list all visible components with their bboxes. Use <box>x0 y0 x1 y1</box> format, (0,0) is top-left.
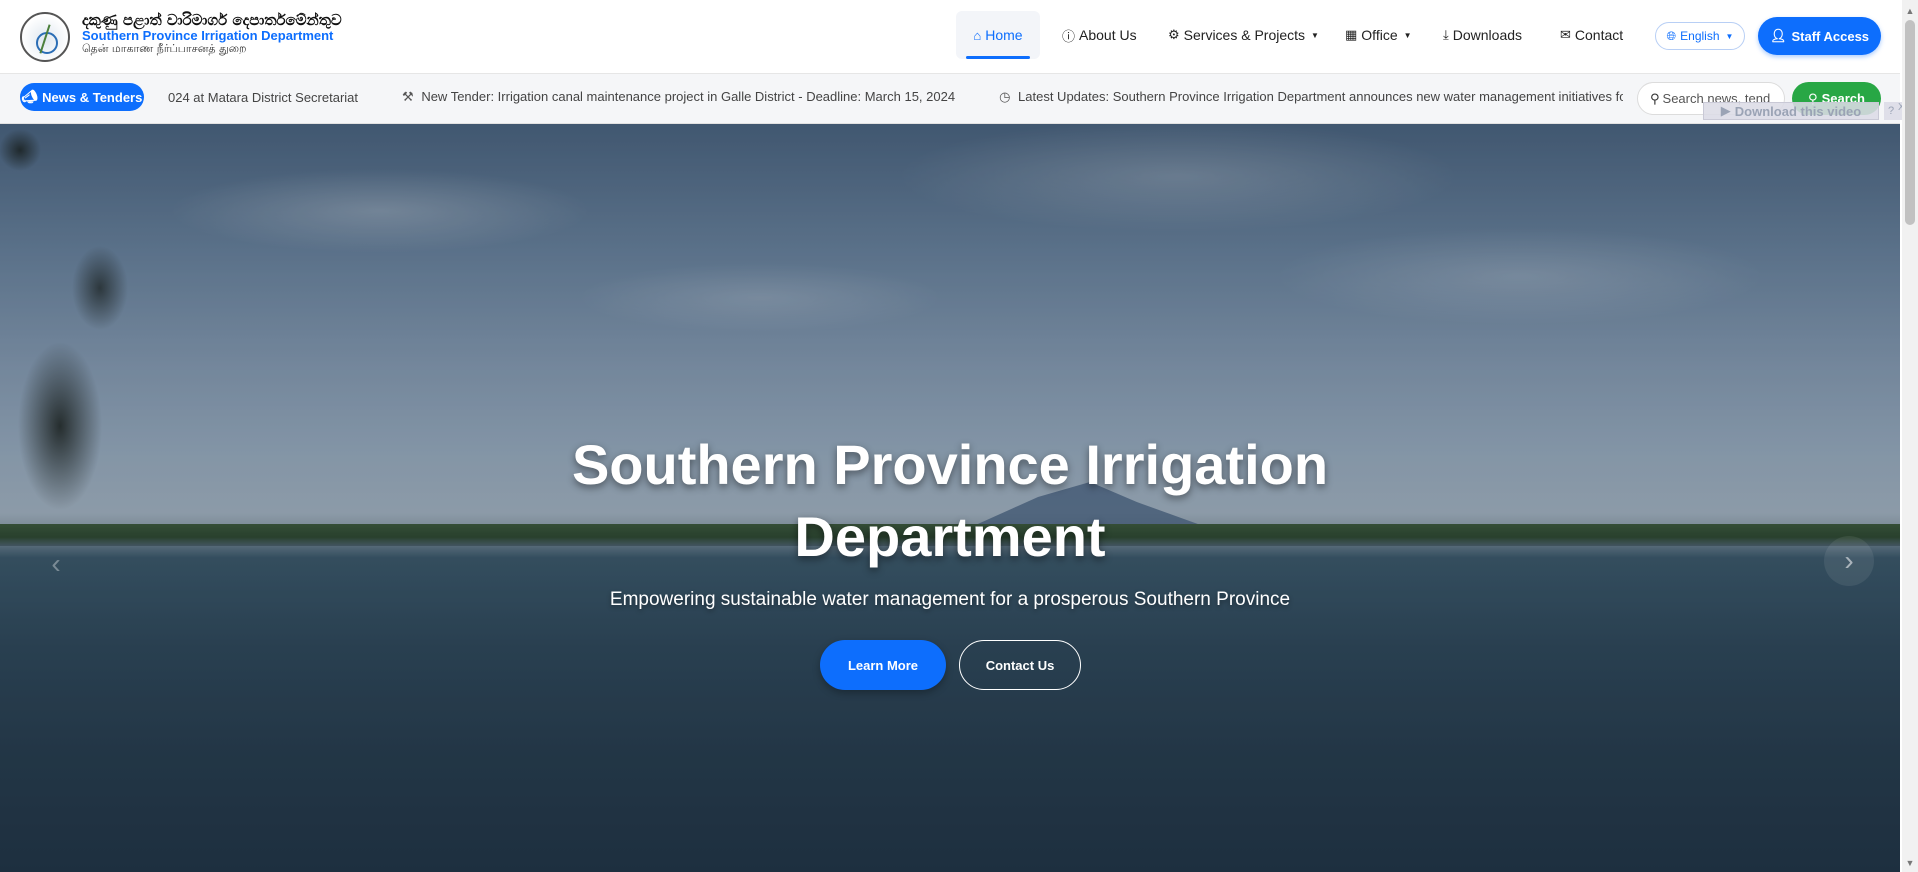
scroll-down-icon[interactable]: ▼ <box>1902 856 1918 870</box>
news-tenders-badge[interactable]: 📣︎ News & Tenders <box>20 83 144 111</box>
nav-office[interactable]: ▦ Office ▼ <box>1345 11 1412 59</box>
clock-icon: ◷ <box>999 89 1011 104</box>
ticker-item-text: 024 at Matara District Secretariat <box>168 89 359 105</box>
brand-name-tamil: தென் மாகாண நீர்ப்பாசனத் துறை <box>82 41 247 55</box>
gears-icon: ⚙ <box>1168 27 1180 42</box>
nav-services-label: Services & Projects <box>1183 27 1306 43</box>
site-header: දකුණු පළාත් වාරිමාර්ග දෙපාර්තමේන්තුව Sou… <box>0 0 1900 74</box>
staff-access-label: Staff Access <box>1791 28 1870 44</box>
nav-downloads[interactable]: ⤓ Downloads <box>1443 11 1522 59</box>
hero-title: Southern Province Irrigation Department <box>571 433 1329 568</box>
nav-services-projects[interactable]: ⚙ Services & Projects ▼ <box>1168 11 1319 59</box>
nav-contact-label: Contact <box>1574 27 1624 43</box>
carousel-prev-icon[interactable]: ‹ <box>36 544 76 584</box>
user-lock-icon: 👤︎ <box>1769 28 1787 43</box>
language-selector[interactable]: 🌐︎ English ▼ <box>1655 22 1745 50</box>
staff-access-button[interactable]: 👤︎ Staff Access <box>1758 17 1881 55</box>
nav-about-label: About Us <box>1079 27 1137 43</box>
ticker-item-text: New Tender: Irrigation canal maintenance… <box>421 89 956 104</box>
scroll-up-icon[interactable]: ▲ <box>1902 4 1918 18</box>
department-logo[interactable] <box>20 12 70 62</box>
ticker-track: 024 at Matara District Secretariat ⚒︎ Ne… <box>168 74 1623 120</box>
hero-carousel: Southern Province Irrigation Department … <box>0 124 1900 872</box>
chevron-down-icon: ▼ <box>1311 30 1319 40</box>
learn-more-button[interactable]: Learn More <box>820 640 946 690</box>
news-badge-label: News & Tenders <box>42 89 143 105</box>
building-icon: ▦ <box>1345 27 1358 42</box>
contact-us-button[interactable]: Contact Us <box>959 640 1081 690</box>
ticker-item[interactable]: ◷ Latest Updates: Southern Province Irri… <box>999 89 1623 105</box>
ticker-item[interactable]: ⚒︎ New Tender: Irrigation canal maintena… <box>402 89 955 105</box>
nav-contact[interactable]: ✉ Contact <box>1560 11 1623 59</box>
home-icon: ⌂ <box>973 27 982 43</box>
hero-subtitle: Empowering sustainable water management … <box>609 589 1291 610</box>
download-icon: ⤓ <box>1443 27 1449 42</box>
play-icon: ▶ <box>1720 103 1731 118</box>
search-icon: ⚲ <box>1650 90 1660 106</box>
nav-about-us[interactable]: ⓘ About Us <box>1062 11 1137 59</box>
ticker-item[interactable]: 024 at Matara District Secretariat <box>168 90 358 105</box>
chevron-down-icon: ▼ <box>1403 30 1412 40</box>
scroll-thumb[interactable] <box>1905 20 1915 225</box>
video-help-button[interactable]: ? <box>1884 102 1898 120</box>
brand-name-english: Southern Province Irrigation Department <box>82 27 334 43</box>
info-circle-icon: ⓘ <box>1062 28 1076 44</box>
nav-home[interactable]: ⌂ Home <box>956 11 1040 59</box>
globe-icon: 🌐︎ <box>1666 28 1677 43</box>
nav-downloads-label: Downloads <box>1452 27 1523 43</box>
language-label: English <box>1680 29 1720 43</box>
ticker-item-text: Latest Updates: Southern Province Irriga… <box>1018 89 1623 104</box>
page-scrollbar[interactable]: ▲ ▼ <box>1902 0 1918 872</box>
download-video-button[interactable]: ▶ Download this video <box>1703 102 1879 120</box>
brand-block[interactable]: දකුණු පළාත් වාරිමාර්ග දෙපාර්තමේන්තුව Sou… <box>82 12 342 55</box>
megaphone-icon: 📣︎ <box>21 89 39 104</box>
news-ticker-bar: 📣︎ News & Tenders 024 at Matara District… <box>0 74 1900 124</box>
carousel-next-icon[interactable]: › <box>1824 536 1874 586</box>
brand-name-sinhala: දකුණු පළාත් වාරිමාර්ග දෙපාර්තමේන්තුව <box>82 11 342 29</box>
download-video-label: Download this video <box>1734 103 1862 119</box>
nav-office-label: Office <box>1361 27 1398 43</box>
envelope-icon: ✉ <box>1560 27 1571 42</box>
hammer-icon: ⚒︎ <box>402 89 414 104</box>
chevron-down-icon: ▼ <box>1725 31 1734 41</box>
nav-home-label: Home <box>985 27 1023 43</box>
